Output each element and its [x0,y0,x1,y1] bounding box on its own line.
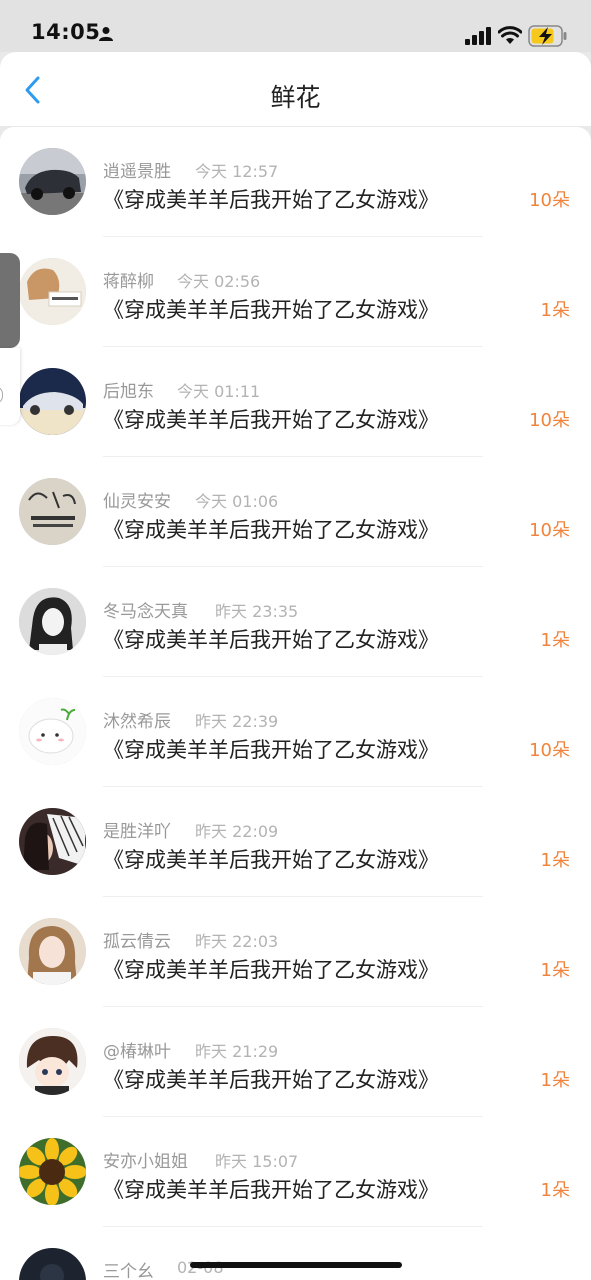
user-name[interactable]: 孤云倩云 [103,927,171,952]
avatar[interactable] [19,1248,86,1280]
list-item[interactable]: 安亦小姐姐 昨天 15:07 《穿成美羊羊后我开始了乙女游戏》 1朵 [0,1117,591,1227]
avatar[interactable] [19,1028,86,1095]
floating-side-handle[interactable] [0,348,20,425]
avatar[interactable] [19,1138,86,1205]
book-title[interactable]: 《穿成美羊羊后我开始了乙女游戏》 [103,954,439,984]
item-time: 昨天 21:29 [195,1042,279,1061]
wifi-icon [497,25,523,49]
user-name[interactable]: 蒋醉柳 [103,267,154,292]
avatar[interactable] [19,588,86,655]
avatar[interactable] [19,148,86,215]
avatar[interactable] [19,698,86,765]
list-item[interactable]: @椿琳叶 昨天 21:29 《穿成美羊羊后我开始了乙女游戏》 1朵 [0,1007,591,1117]
item-time: 昨天 15:07 [215,1152,299,1171]
item-time: 昨天 22:09 [195,822,279,841]
list-item[interactable]: 后旭东 今天 01:11 《穿成美羊羊后我开始了乙女游戏》 10朵 [0,347,591,457]
floating-side-tab[interactable] [0,253,20,348]
home-indicator[interactable] [190,1262,402,1268]
list-item[interactable]: 仙灵安安 今天 01:06 《穿成美羊羊后我开始了乙女游戏》 10朵 [0,457,591,567]
user-name[interactable]: 安亦小姐姐 [103,1147,188,1172]
flower-count: 1朵 [540,850,570,871]
book-title[interactable]: 《穿成美羊羊后我开始了乙女游戏》 [103,1064,439,1094]
user-name[interactable]: 沐然希辰 [103,707,171,732]
flower-count: 10朵 [529,740,570,761]
flower-count: 1朵 [540,1180,570,1201]
list-item[interactable]: 三个幺 02-08 [0,1227,591,1280]
battery-charging-icon [528,25,568,51]
user-name[interactable]: @椿琳叶 [103,1037,171,1062]
flower-count: 1朵 [540,300,570,321]
avatar[interactable] [19,258,86,325]
book-title[interactable]: 《穿成美羊羊后我开始了乙女游戏》 [103,294,439,324]
user-name[interactable]: 逍遥景胜 [103,157,171,182]
book-title[interactable]: 《穿成美羊羊后我开始了乙女游戏》 [103,184,439,214]
user-name[interactable]: 仙灵安安 [103,487,171,512]
list-item[interactable]: 冬马念天真 昨天 23:35 《穿成美羊羊后我开始了乙女游戏》 1朵 [0,567,591,677]
person-icon [98,26,114,46]
item-time: 今天 01:11 [177,382,261,401]
list-item[interactable]: 孤云倩云 昨天 22:03 《穿成美羊羊后我开始了乙女游戏》 1朵 [0,897,591,1007]
book-title[interactable]: 《穿成美羊羊后我开始了乙女游戏》 [103,844,439,874]
page-title: 鲜花 [270,83,321,112]
flower-count: 1朵 [540,630,570,651]
list-item[interactable]: 沐然希辰 昨天 22:39 《穿成美羊羊后我开始了乙女游戏》 10朵 [0,677,591,787]
user-name[interactable]: 是胜洋吖 [103,817,171,842]
status-bar: 14:05 [0,0,591,52]
book-title[interactable]: 《穿成美羊羊后我开始了乙女游戏》 [103,404,439,434]
item-time: 今天 01:06 [195,492,279,511]
status-time: 14:05 [31,20,101,44]
item-time: 昨天 23:35 [215,602,299,621]
book-title[interactable]: 《穿成美羊羊后我开始了乙女游戏》 [103,1174,439,1204]
user-name[interactable]: 冬马念天真 [103,597,188,622]
book-title[interactable]: 《穿成美羊羊后我开始了乙女游戏》 [103,734,439,764]
user-name[interactable]: 后旭东 [103,377,154,402]
item-time: 昨天 22:03 [195,932,279,951]
user-name[interactable]: 三个幺 [103,1257,154,1280]
flower-count: 10朵 [529,190,570,211]
avatar[interactable] [19,368,86,435]
item-time: 昨天 22:39 [195,712,279,731]
flower-count: 10朵 [529,410,570,431]
book-title[interactable]: 《穿成美羊羊后我开始了乙女游戏》 [103,514,439,544]
list-item[interactable]: 是胜洋吖 昨天 22:09 《穿成美羊羊后我开始了乙女游戏》 1朵 [0,787,591,897]
flower-count: 1朵 [540,1070,570,1091]
flower-list: 逍遥景胜 今天 12:57 《穿成美羊羊后我开始了乙女游戏》 10朵 蒋醉柳 今… [0,127,591,1280]
avatar[interactable] [19,478,86,545]
flower-count: 10朵 [529,520,570,541]
list-item[interactable]: 蒋醉柳 今天 02:56 《穿成美羊羊后我开始了乙女游戏》 1朵 [0,237,591,347]
item-time: 今天 02:56 [177,272,261,291]
book-title[interactable]: 《穿成美羊羊后我开始了乙女游戏》 [103,624,439,654]
signal-icon [465,27,493,49]
avatar[interactable] [19,808,86,875]
item-time: 今天 12:57 [195,162,279,181]
list-item[interactable]: 逍遥景胜 今天 12:57 《穿成美羊羊后我开始了乙女游戏》 10朵 [0,127,591,237]
nav-bar: 鲜花 [0,52,591,126]
flower-count: 1朵 [540,960,570,981]
avatar[interactable] [19,918,86,985]
